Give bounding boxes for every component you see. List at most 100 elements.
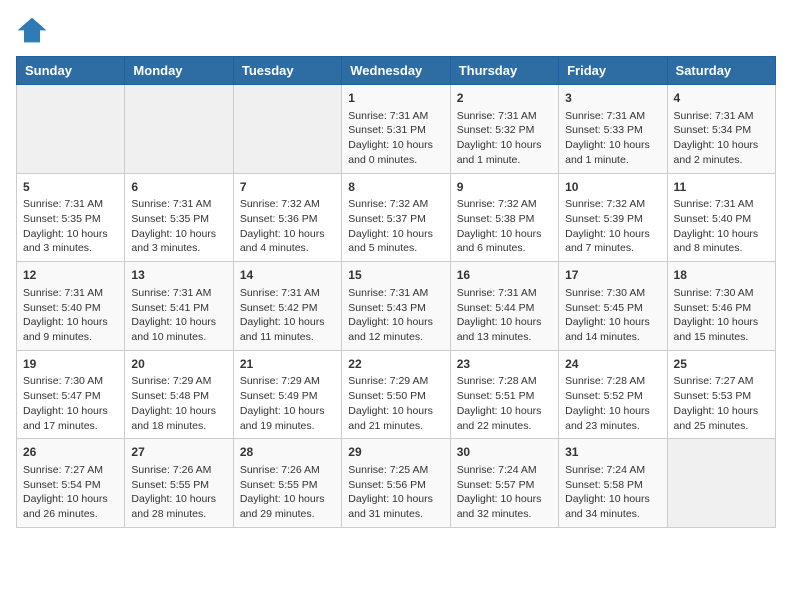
daylight-text: Daylight: 10 hours and 11 minutes.	[240, 316, 325, 343]
sunset-text: Sunset: 5:41 PM	[131, 302, 209, 314]
calendar-cell: 18 Sunrise: 7:30 AM Sunset: 5:46 PM Dayl…	[667, 262, 775, 351]
sunrise-text: Sunrise: 7:31 AM	[23, 287, 103, 299]
day-number: 27	[131, 444, 226, 461]
daylight-text: Daylight: 10 hours and 34 minutes.	[565, 493, 650, 520]
day-number: 24	[565, 356, 660, 373]
day-number: 16	[457, 267, 552, 284]
calendar-cell: 19 Sunrise: 7:30 AM Sunset: 5:47 PM Dayl…	[17, 350, 125, 439]
page-header	[16, 16, 776, 44]
cell-content: 3 Sunrise: 7:31 AM Sunset: 5:33 PM Dayli…	[565, 90, 660, 168]
calendar-cell	[233, 85, 341, 174]
daylight-text: Daylight: 10 hours and 21 minutes.	[348, 405, 433, 432]
cell-content: 25 Sunrise: 7:27 AM Sunset: 5:53 PM Dayl…	[674, 356, 769, 434]
cell-content: 18 Sunrise: 7:30 AM Sunset: 5:46 PM Dayl…	[674, 267, 769, 345]
day-number: 20	[131, 356, 226, 373]
sunrise-text: Sunrise: 7:31 AM	[131, 287, 211, 299]
sunrise-text: Sunrise: 7:26 AM	[240, 464, 320, 476]
cell-content: 7 Sunrise: 7:32 AM Sunset: 5:36 PM Dayli…	[240, 179, 335, 257]
sunset-text: Sunset: 5:34 PM	[674, 124, 752, 136]
daylight-text: Daylight: 10 hours and 31 minutes.	[348, 493, 433, 520]
daylight-text: Daylight: 10 hours and 6 minutes.	[457, 228, 542, 255]
cell-content: 13 Sunrise: 7:31 AM Sunset: 5:41 PM Dayl…	[131, 267, 226, 345]
sunrise-text: Sunrise: 7:31 AM	[457, 287, 537, 299]
cell-content: 28 Sunrise: 7:26 AM Sunset: 5:55 PM Dayl…	[240, 444, 335, 522]
calendar-cell: 11 Sunrise: 7:31 AM Sunset: 5:40 PM Dayl…	[667, 173, 775, 262]
calendar-cell: 4 Sunrise: 7:31 AM Sunset: 5:34 PM Dayli…	[667, 85, 775, 174]
daylight-text: Daylight: 10 hours and 13 minutes.	[457, 316, 542, 343]
calendar-cell: 22 Sunrise: 7:29 AM Sunset: 5:50 PM Dayl…	[342, 350, 450, 439]
sunrise-text: Sunrise: 7:31 AM	[348, 110, 428, 122]
cell-content: 17 Sunrise: 7:30 AM Sunset: 5:45 PM Dayl…	[565, 267, 660, 345]
sunset-text: Sunset: 5:53 PM	[674, 390, 752, 402]
cell-content: 15 Sunrise: 7:31 AM Sunset: 5:43 PM Dayl…	[348, 267, 443, 345]
day-number: 10	[565, 179, 660, 196]
daylight-text: Daylight: 10 hours and 26 minutes.	[23, 493, 108, 520]
calendar-cell: 2 Sunrise: 7:31 AM Sunset: 5:32 PM Dayli…	[450, 85, 558, 174]
cell-content: 14 Sunrise: 7:31 AM Sunset: 5:42 PM Dayl…	[240, 267, 335, 345]
day-number: 13	[131, 267, 226, 284]
sunset-text: Sunset: 5:44 PM	[457, 302, 535, 314]
calendar-cell: 26 Sunrise: 7:27 AM Sunset: 5:54 PM Dayl…	[17, 439, 125, 528]
sunrise-text: Sunrise: 7:26 AM	[131, 464, 211, 476]
sunrise-text: Sunrise: 7:24 AM	[565, 464, 645, 476]
sunset-text: Sunset: 5:35 PM	[23, 213, 101, 225]
calendar-body: 1 Sunrise: 7:31 AM Sunset: 5:31 PM Dayli…	[17, 85, 776, 528]
day-number: 3	[565, 90, 660, 107]
sunset-text: Sunset: 5:31 PM	[348, 124, 426, 136]
daylight-text: Daylight: 10 hours and 3 minutes.	[131, 228, 216, 255]
calendar-cell: 30 Sunrise: 7:24 AM Sunset: 5:57 PM Dayl…	[450, 439, 558, 528]
sunset-text: Sunset: 5:40 PM	[674, 213, 752, 225]
calendar-cell: 8 Sunrise: 7:32 AM Sunset: 5:37 PM Dayli…	[342, 173, 450, 262]
day-number: 15	[348, 267, 443, 284]
logo-icon	[16, 16, 48, 44]
cell-content: 10 Sunrise: 7:32 AM Sunset: 5:39 PM Dayl…	[565, 179, 660, 257]
day-number: 6	[131, 179, 226, 196]
sunset-text: Sunset: 5:49 PM	[240, 390, 318, 402]
calendar-table: SundayMondayTuesdayWednesdayThursdayFrid…	[16, 56, 776, 528]
daylight-text: Daylight: 10 hours and 19 minutes.	[240, 405, 325, 432]
cell-content: 12 Sunrise: 7:31 AM Sunset: 5:40 PM Dayl…	[23, 267, 118, 345]
sunrise-text: Sunrise: 7:30 AM	[674, 287, 754, 299]
day-number: 21	[240, 356, 335, 373]
sunrise-text: Sunrise: 7:31 AM	[348, 287, 428, 299]
calendar-cell: 23 Sunrise: 7:28 AM Sunset: 5:51 PM Dayl…	[450, 350, 558, 439]
cell-content: 27 Sunrise: 7:26 AM Sunset: 5:55 PM Dayl…	[131, 444, 226, 522]
sunrise-text: Sunrise: 7:25 AM	[348, 464, 428, 476]
day-number: 9	[457, 179, 552, 196]
calendar-cell: 14 Sunrise: 7:31 AM Sunset: 5:42 PM Dayl…	[233, 262, 341, 351]
week-row-3: 12 Sunrise: 7:31 AM Sunset: 5:40 PM Dayl…	[17, 262, 776, 351]
column-header-thursday: Thursday	[450, 57, 558, 85]
day-number: 22	[348, 356, 443, 373]
day-number: 4	[674, 90, 769, 107]
column-header-saturday: Saturday	[667, 57, 775, 85]
calendar-cell: 12 Sunrise: 7:31 AM Sunset: 5:40 PM Dayl…	[17, 262, 125, 351]
sunset-text: Sunset: 5:47 PM	[23, 390, 101, 402]
sunset-text: Sunset: 5:32 PM	[457, 124, 535, 136]
cell-content: 23 Sunrise: 7:28 AM Sunset: 5:51 PM Dayl…	[457, 356, 552, 434]
day-number: 28	[240, 444, 335, 461]
daylight-text: Daylight: 10 hours and 12 minutes.	[348, 316, 433, 343]
cell-content: 9 Sunrise: 7:32 AM Sunset: 5:38 PM Dayli…	[457, 179, 552, 257]
cell-content: 11 Sunrise: 7:31 AM Sunset: 5:40 PM Dayl…	[674, 179, 769, 257]
sunrise-text: Sunrise: 7:27 AM	[23, 464, 103, 476]
sunset-text: Sunset: 5:38 PM	[457, 213, 535, 225]
sunrise-text: Sunrise: 7:32 AM	[565, 198, 645, 210]
calendar-cell: 17 Sunrise: 7:30 AM Sunset: 5:45 PM Dayl…	[559, 262, 667, 351]
week-row-5: 26 Sunrise: 7:27 AM Sunset: 5:54 PM Dayl…	[17, 439, 776, 528]
day-number: 26	[23, 444, 118, 461]
daylight-text: Daylight: 10 hours and 28 minutes.	[131, 493, 216, 520]
day-number: 12	[23, 267, 118, 284]
sunrise-text: Sunrise: 7:31 AM	[457, 110, 537, 122]
sunset-text: Sunset: 5:36 PM	[240, 213, 318, 225]
daylight-text: Daylight: 10 hours and 1 minute.	[457, 139, 542, 166]
day-number: 5	[23, 179, 118, 196]
column-header-tuesday: Tuesday	[233, 57, 341, 85]
sunrise-text: Sunrise: 7:28 AM	[457, 375, 537, 387]
calendar-cell: 27 Sunrise: 7:26 AM Sunset: 5:55 PM Dayl…	[125, 439, 233, 528]
day-number: 19	[23, 356, 118, 373]
daylight-text: Daylight: 10 hours and 8 minutes.	[674, 228, 759, 255]
calendar-header-row: SundayMondayTuesdayWednesdayThursdayFrid…	[17, 57, 776, 85]
logo	[16, 16, 52, 44]
calendar-cell: 9 Sunrise: 7:32 AM Sunset: 5:38 PM Dayli…	[450, 173, 558, 262]
sunset-text: Sunset: 5:58 PM	[565, 479, 643, 491]
